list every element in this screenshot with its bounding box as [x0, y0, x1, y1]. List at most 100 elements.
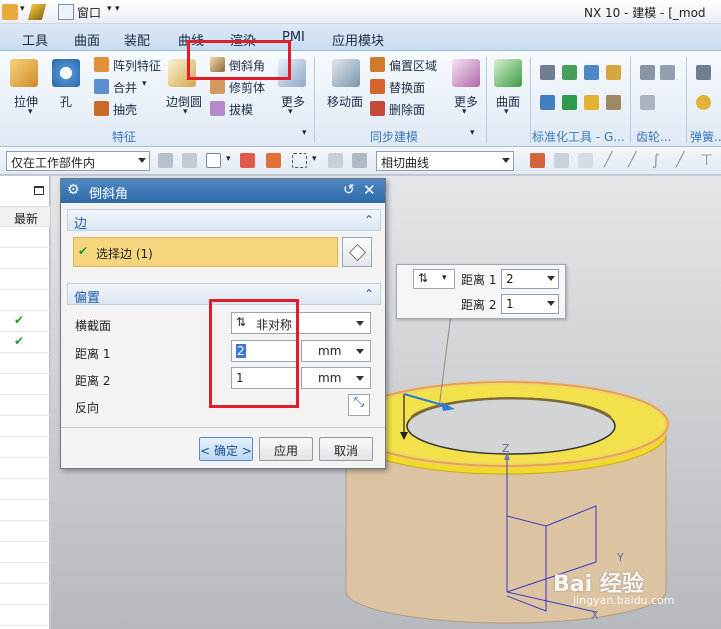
shell-icon[interactable]: [94, 101, 109, 116]
quick-access-icon[interactable]: [2, 4, 18, 20]
replace-face-button[interactable]: 替换面: [389, 79, 425, 96]
extrude-icon[interactable]: [10, 59, 38, 87]
offset-region-button[interactable]: 偏置区域: [389, 57, 437, 74]
curve-tool-icon[interactable]: ∫: [652, 151, 660, 169]
std-tool-6-icon[interactable]: [584, 95, 599, 110]
box-select-arrow-icon[interactable]: ▾: [312, 154, 317, 164]
filter-tool-9-icon[interactable]: [578, 153, 593, 168]
select-edge-button[interactable]: [342, 237, 372, 267]
spring-tool-1-icon[interactable]: [696, 65, 711, 80]
std-tool-5-icon[interactable]: [562, 95, 577, 110]
table-row[interactable]: [0, 374, 50, 395]
window-icon[interactable]: [58, 4, 74, 20]
tab-assembly[interactable]: 装配: [124, 30, 150, 49]
std-tool-4-icon[interactable]: [540, 95, 555, 110]
filter-tool-2-icon[interactable]: [182, 153, 197, 168]
offset-region-icon[interactable]: [370, 57, 385, 72]
line-tool-2-icon[interactable]: ╱: [628, 152, 636, 168]
pattern-feature-button[interactable]: 阵列特征: [113, 57, 161, 74]
unite-icon[interactable]: [94, 79, 109, 94]
more-sync-arrow-icon[interactable]: ▾: [462, 107, 467, 117]
pattern-feature-icon[interactable]: [94, 57, 109, 72]
std-tool-2-icon[interactable]: [562, 65, 577, 80]
table-row[interactable]: [0, 605, 50, 626]
window-menu[interactable]: 窗口: [77, 4, 101, 21]
gear-tool-1-icon[interactable]: [640, 65, 655, 80]
edge-blend-arrow-icon[interactable]: ▾: [183, 107, 188, 117]
window-menu-arrow-icon[interactable]: ▾: [107, 4, 112, 14]
reverse-direction-button[interactable]: ⤡: [348, 394, 370, 416]
tangent-tool-icon[interactable]: ⊤: [700, 151, 713, 169]
draft-icon[interactable]: [210, 101, 225, 116]
customize-arrow-icon[interactable]: ▾: [115, 4, 120, 14]
filter-tool-8-icon[interactable]: [554, 153, 569, 168]
close-icon[interactable]: ✕: [363, 181, 376, 199]
table-row[interactable]: [0, 227, 50, 248]
move-face-button[interactable]: 移动面: [327, 93, 363, 110]
sync-group-arrow-icon[interactable]: ▾: [470, 128, 475, 138]
line-tool-icon[interactable]: ╱: [604, 152, 612, 168]
maximize-icon[interactable]: [34, 186, 44, 195]
popup-distance2-input[interactable]: 1: [501, 294, 559, 314]
filter-tool-5-icon[interactable]: [328, 153, 343, 168]
snap-point-arrow-icon[interactable]: ▾: [226, 154, 231, 164]
table-row[interactable]: [0, 353, 50, 374]
feature-group-arrow-icon[interactable]: ▾: [302, 128, 307, 138]
snap-point-icon[interactable]: [206, 153, 221, 168]
std-tool-8-icon[interactable]: [606, 95, 621, 110]
std-tool-1-icon[interactable]: [540, 65, 555, 80]
table-row[interactable]: [0, 563, 50, 584]
tab-surface[interactable]: 曲面: [74, 30, 100, 49]
line-tool-3-icon[interactable]: ╱: [676, 152, 684, 168]
extrude-button[interactable]: 拉伸: [14, 93, 38, 110]
table-row[interactable]: [0, 395, 50, 416]
draft-button[interactable]: 拔模: [229, 101, 253, 118]
popup-distance1-input[interactable]: 2: [501, 269, 559, 289]
gear-tool-3-icon[interactable]: [640, 95, 655, 110]
distance2-unit-select[interactable]: mm: [301, 367, 371, 389]
filter-tool-7-icon[interactable]: [530, 153, 545, 168]
cancel-button[interactable]: 取消: [319, 437, 373, 461]
table-row[interactable]: ✔: [0, 332, 50, 353]
surface-arrow-icon[interactable]: ▾: [504, 107, 509, 117]
table-row[interactable]: [0, 500, 50, 521]
filter-tool-4-icon[interactable]: [266, 153, 281, 168]
more-feature-button[interactable]: 更多: [281, 93, 305, 110]
filter-tool-6-icon[interactable]: [352, 153, 367, 168]
table-row[interactable]: [0, 248, 50, 269]
table-row[interactable]: [0, 479, 50, 500]
box-select-icon[interactable]: [292, 153, 307, 168]
more-feature-arrow-icon[interactable]: ▾: [288, 107, 293, 117]
distance1-unit-select[interactable]: mm: [301, 340, 371, 362]
table-row[interactable]: [0, 542, 50, 563]
table-row[interactable]: [0, 437, 50, 458]
std-tool-3-icon[interactable]: [584, 65, 599, 80]
table-row[interactable]: [0, 269, 50, 290]
cross-section-mini-select[interactable]: ⇅ ▾: [413, 269, 455, 289]
replace-face-icon[interactable]: [370, 79, 385, 94]
table-row[interactable]: [0, 584, 50, 605]
table-row[interactable]: ✔: [0, 311, 50, 332]
extrude-arrow-icon[interactable]: ▾: [28, 107, 33, 117]
pencil-icon[interactable]: [27, 4, 47, 20]
tab-application[interactable]: 应用模块: [332, 30, 384, 49]
edge-section-header[interactable]: 边 ⌃: [67, 209, 381, 232]
surface-icon[interactable]: [494, 59, 522, 87]
apply-button[interactable]: 应用: [259, 437, 313, 461]
dropdown-arrow-icon[interactable]: ▾: [20, 4, 25, 14]
trim-body-button[interactable]: 修剪体: [229, 79, 265, 96]
ok-button[interactable]: < 确定 >: [199, 437, 253, 461]
filter-tool-3-icon[interactable]: [240, 153, 255, 168]
table-row[interactable]: [0, 416, 50, 437]
tab-tools[interactable]: 工具: [22, 30, 48, 49]
std-tool-7-icon[interactable]: [606, 65, 621, 80]
curve-rule-select[interactable]: 相切曲线: [376, 151, 514, 171]
dialog-title-bar[interactable]: ⚙ 倒斜角 ↺ ✕: [61, 179, 385, 203]
more-sync-icon[interactable]: [452, 59, 480, 87]
spring-tool-2-icon[interactable]: [696, 95, 711, 110]
move-face-icon[interactable]: [332, 59, 360, 87]
delete-face-button[interactable]: 删除面: [389, 101, 425, 118]
shell-button[interactable]: 抽壳: [113, 101, 137, 118]
unite-button[interactable]: 合并: [113, 79, 137, 96]
select-edge-row[interactable]: ✔ 选择边 (1): [73, 237, 338, 267]
